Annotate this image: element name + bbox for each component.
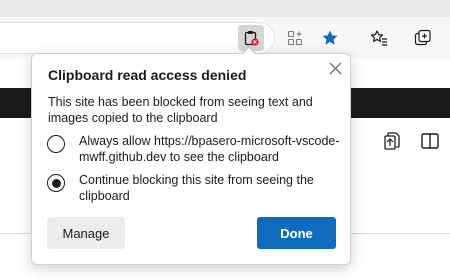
radio-selected-dot: [51, 178, 61, 188]
collections-add-icon: [414, 29, 431, 46]
radio-button-selected[interactable]: [47, 174, 65, 192]
radio-button[interactable]: [47, 135, 65, 153]
clipboard-permission-popup: Clipboard read access denied This site h…: [31, 53, 351, 265]
collections-add-button[interactable]: [410, 25, 436, 51]
favorite-star-button[interactable]: [317, 25, 343, 51]
close-button[interactable]: [326, 59, 344, 77]
option-label: Continue blocking this site from seeing …: [79, 173, 314, 203]
collections-icon: [287, 30, 303, 46]
clipboard-blocked-icon: [244, 31, 259, 46]
split-editor-icon: [421, 133, 439, 149]
favorites-button[interactable]: [366, 25, 392, 51]
title-bar-strip: [0, 0, 450, 17]
address-bar[interactable]: [0, 22, 275, 54]
popup-caret-fill: [242, 48, 256, 55]
popup-description: This site has been blocked from seeing t…: [48, 95, 313, 125]
open-file-button[interactable]: [378, 127, 406, 155]
copy-file-icon: [384, 132, 400, 150]
favorite-star-icon: [322, 30, 338, 45]
manage-button[interactable]: Manage: [47, 217, 125, 249]
collections-button[interactable]: [282, 25, 308, 51]
favorites-icon: [370, 30, 387, 46]
split-editor-button[interactable]: [416, 127, 444, 155]
option-always-allow[interactable]: Always allow https://bpasero-microsoft-v…: [47, 133, 342, 165]
option-label: Always allow https://bpasero-microsoft-v…: [79, 134, 340, 164]
popup-title: Clipboard read access denied: [48, 67, 247, 83]
done-button[interactable]: Done: [257, 217, 336, 249]
close-icon: [329, 62, 341, 74]
option-continue-blocking[interactable]: Continue blocking this site from seeing …: [47, 172, 342, 204]
